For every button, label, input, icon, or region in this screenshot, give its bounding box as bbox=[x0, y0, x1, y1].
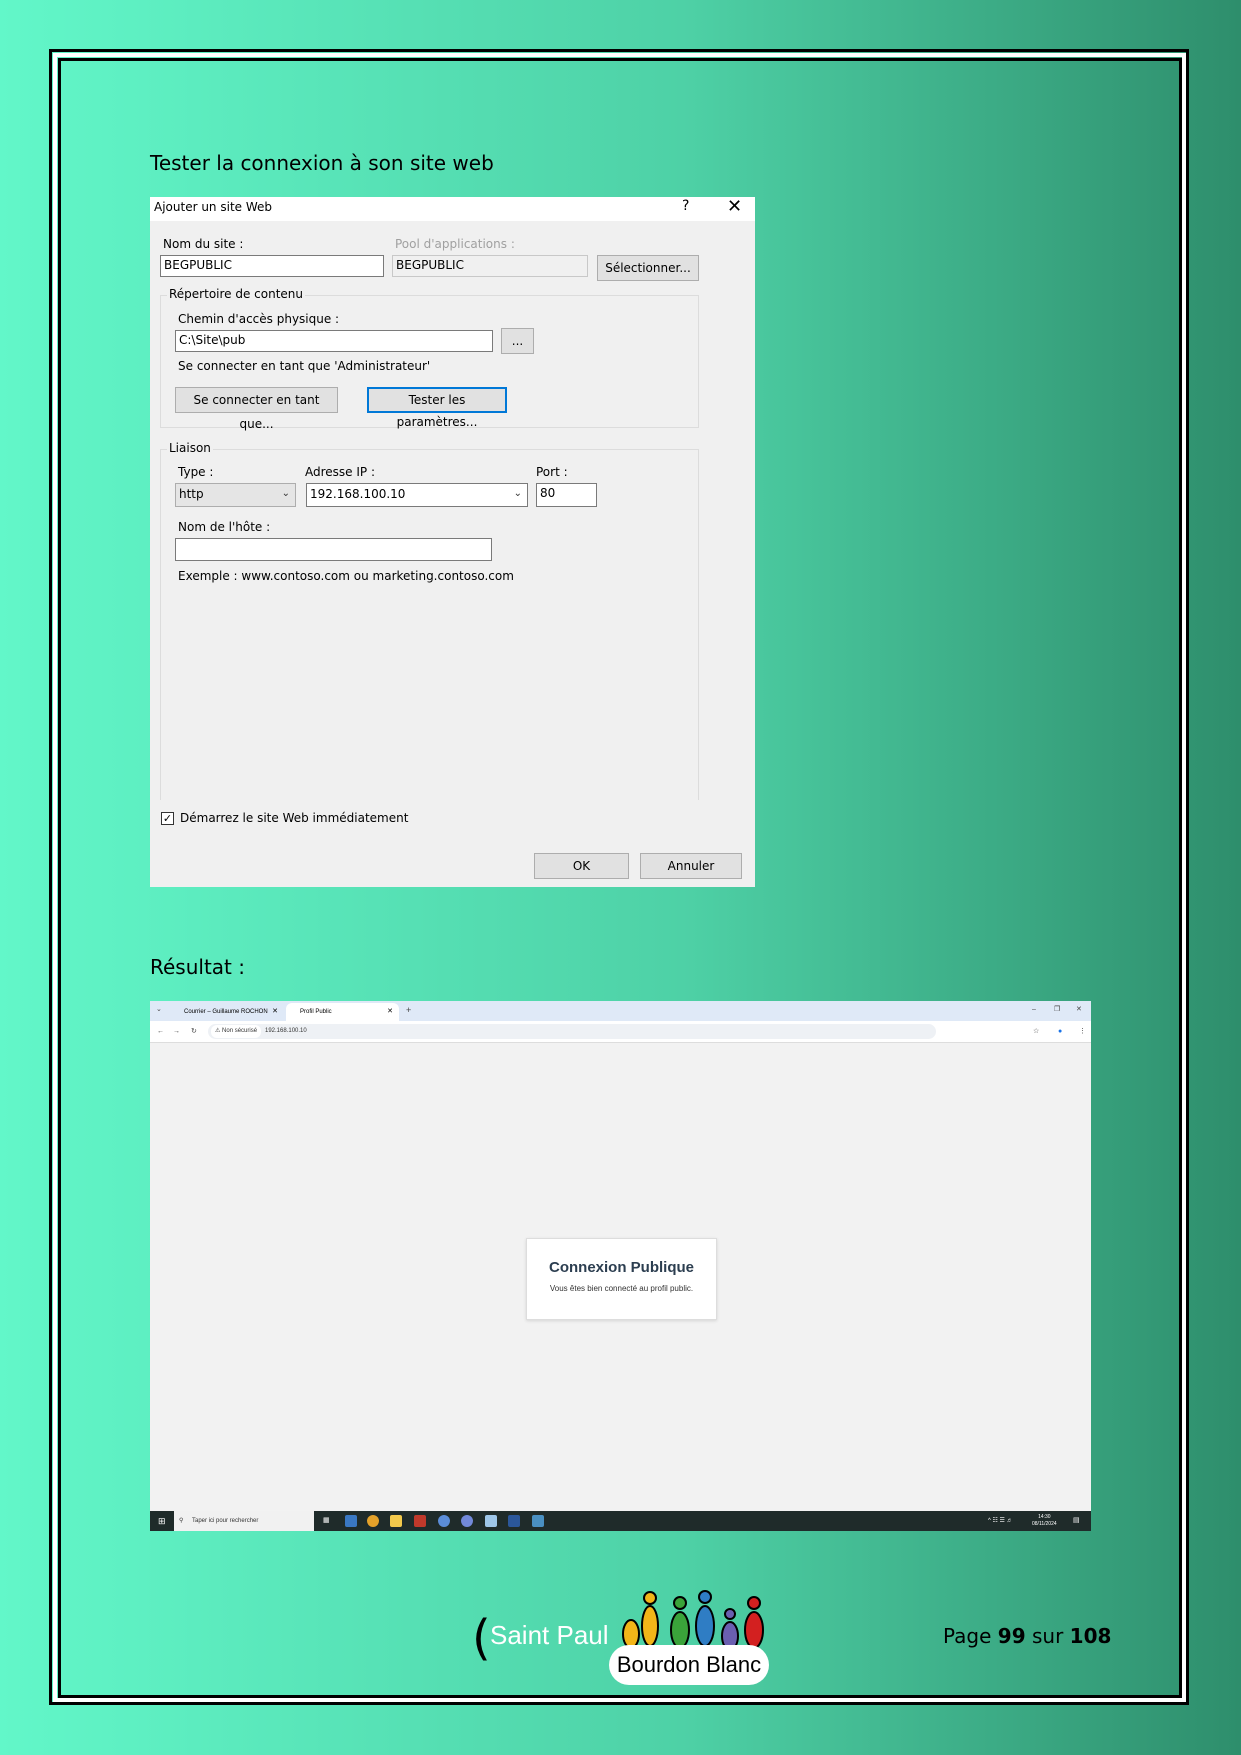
not-secure-badge[interactable]: ⚠ Non sécurisé bbox=[211, 1025, 262, 1038]
browser-window: ⌄ Courrier – Guillaume ROCHON ✕ Profil P… bbox=[150, 1001, 1091, 1531]
binding-label: Liaison bbox=[167, 441, 213, 455]
browse-button[interactable]: ... bbox=[501, 328, 534, 354]
close-icon[interactable]: ✕ bbox=[272, 1003, 278, 1021]
taskbar-clock[interactable]: 14:30 08/11/2024 bbox=[1032, 1514, 1057, 1528]
section-title: Tester la connexion à son site web bbox=[150, 151, 494, 175]
tab-search-icon[interactable]: ⌄ bbox=[156, 1001, 162, 1020]
app-icon[interactable] bbox=[438, 1515, 450, 1527]
page-number: Page 99 sur 108 bbox=[943, 1624, 1112, 1648]
hostname-example: Exemple : www.contoso.com ou marketing.c… bbox=[178, 569, 514, 583]
minimize-icon[interactable]: – bbox=[1032, 1001, 1036, 1020]
close-icon[interactable]: ✕ bbox=[727, 196, 742, 217]
clock-date: 08/11/2024 bbox=[1032, 1521, 1057, 1527]
start-site-checkbox[interactable]: ✓ bbox=[161, 812, 174, 825]
chevron-down-icon: ⌄ bbox=[513, 488, 522, 499]
back-icon[interactable]: ← bbox=[157, 1021, 164, 1042]
connect-as-button[interactable]: Se connecter en tant que... bbox=[175, 387, 338, 431]
site-name-input[interactable]: BEGPUBLIC bbox=[160, 255, 384, 277]
port-input[interactable]: 80 bbox=[536, 483, 597, 507]
restore-icon[interactable]: ❐ bbox=[1054, 1001, 1060, 1020]
type-select[interactable]: http ⌄ bbox=[175, 483, 296, 507]
new-tab-button[interactable]: + bbox=[406, 1001, 411, 1020]
notifications-icon[interactable]: ▤ bbox=[1073, 1511, 1080, 1531]
task-view-icon[interactable]: ▦ bbox=[323, 1511, 330, 1531]
windows-taskbar: ⊞ ⚲ Taper ici pour rechercher ▦ ^ ☷ ☰ ♬ … bbox=[150, 1511, 1091, 1531]
school-name: Saint Paul bbox=[490, 1620, 609, 1650]
taskbar-search-placeholder: Taper ici pour rechercher bbox=[192, 1518, 259, 1524]
logo-paren: ( bbox=[472, 1610, 491, 1666]
filezilla-icon[interactable] bbox=[414, 1515, 426, 1527]
ip-address-label: Adresse IP : bbox=[305, 465, 376, 479]
url-text: 192.168.100.10 bbox=[265, 1028, 307, 1034]
dialog-title: Ajouter un site Web bbox=[154, 200, 273, 214]
cancel-button[interactable]: Annuler bbox=[640, 853, 742, 879]
logo-tag: Bourdon Blanc bbox=[609, 1645, 769, 1685]
start-site-label: Démarrez le site Web immédiatement bbox=[180, 811, 409, 825]
system-tray-icons[interactable]: ^ ☷ ☰ ♬ bbox=[988, 1511, 1013, 1531]
network-tool-icon[interactable] bbox=[485, 1515, 497, 1527]
app-pool-label: Pool d'applications : bbox=[395, 237, 515, 251]
ip-address-value: 192.168.100.10 bbox=[310, 487, 406, 501]
chevron-down-icon: ⌄ bbox=[281, 488, 290, 499]
ip-address-select[interactable]: 192.168.100.10 ⌄ bbox=[306, 483, 528, 507]
physical-path-input[interactable]: C:\Site\pub bbox=[175, 330, 493, 352]
reload-icon[interactable]: ↻ bbox=[191, 1021, 197, 1042]
taskbar-search[interactable]: ⚲ Taper ici pour rechercher bbox=[174, 1511, 314, 1531]
search-icon: ⚲ bbox=[179, 1518, 184, 1524]
window-close-icon[interactable]: ✕ bbox=[1076, 1001, 1082, 1020]
tab-mail-label: Courrier – Guillaume ROCHON bbox=[184, 1009, 268, 1015]
file-explorer-icon[interactable] bbox=[390, 1515, 402, 1527]
physical-path-label: Chemin d'accès physique : bbox=[178, 312, 340, 326]
server-manager-icon[interactable] bbox=[532, 1515, 544, 1527]
menu-icon[interactable]: ⋮ bbox=[1079, 1021, 1086, 1042]
port-label: Port : bbox=[536, 465, 568, 479]
profile-icon[interactable]: ● bbox=[1058, 1021, 1062, 1042]
tab-mail[interactable]: Courrier – Guillaume ROCHON ✕ bbox=[170, 1003, 284, 1021]
chrome-icon[interactable] bbox=[367, 1515, 379, 1527]
close-icon[interactable]: ✕ bbox=[387, 1003, 393, 1021]
tab-profil-public[interactable]: Profil Public ✕ bbox=[286, 1003, 399, 1021]
select-pool-button[interactable]: Sélectionner... bbox=[597, 255, 699, 281]
not-secure-label: Non sécurisé bbox=[222, 1028, 258, 1034]
address-input[interactable]: ⚠ Non sécurisé 192.168.100.10 bbox=[208, 1024, 936, 1039]
content-directory-label: Répertoire de contenu bbox=[167, 287, 306, 301]
discord-icon[interactable] bbox=[461, 1515, 473, 1527]
dialog-title-bar: Ajouter un site Web ? ✕ bbox=[150, 196, 755, 221]
connect-as-info: Se connecter en tant que 'Administrateur… bbox=[178, 359, 431, 373]
tab-profil-label: Profil Public bbox=[300, 1009, 332, 1015]
result-title: Résultat : bbox=[150, 955, 245, 979]
clock-time: 14:30 bbox=[1038, 1514, 1051, 1520]
app-pool-input: BEGPUBLIC bbox=[392, 255, 588, 277]
outlook-icon[interactable] bbox=[345, 1515, 357, 1527]
help-icon[interactable]: ? bbox=[682, 198, 689, 214]
tab-bar: ⌄ Courrier – Guillaume ROCHON ✕ Profil P… bbox=[150, 1001, 1091, 1021]
word-icon[interactable] bbox=[508, 1515, 520, 1527]
card-text: Vous êtes bien connecté au profil public… bbox=[549, 1284, 694, 1293]
site-name-label: Nom du site : bbox=[163, 237, 244, 251]
bookmark-star-icon[interactable]: ☆ bbox=[1033, 1021, 1039, 1042]
type-label: Type : bbox=[178, 465, 214, 479]
ok-button[interactable]: OK bbox=[534, 853, 629, 879]
hostname-input[interactable] bbox=[175, 538, 492, 561]
hostname-label: Nom de l'hôte : bbox=[178, 520, 271, 534]
forward-icon[interactable]: → bbox=[173, 1021, 180, 1042]
test-settings-button[interactable]: Tester les paramètres... bbox=[367, 387, 507, 429]
add-website-dialog: Ajouter un site Web ? ✕ Nom du site : BE… bbox=[150, 196, 755, 887]
address-bar-row: ← → ↻ ⚠ Non sécurisé 192.168.100.10 ☆ ● … bbox=[150, 1021, 1091, 1043]
windows-start-icon[interactable]: ⊞ bbox=[158, 1511, 166, 1531]
card-title: Connexion Publique bbox=[549, 1259, 694, 1276]
type-value: http bbox=[179, 487, 204, 501]
public-login-card: Connexion Publique Vous êtes bien connec… bbox=[526, 1238, 717, 1320]
